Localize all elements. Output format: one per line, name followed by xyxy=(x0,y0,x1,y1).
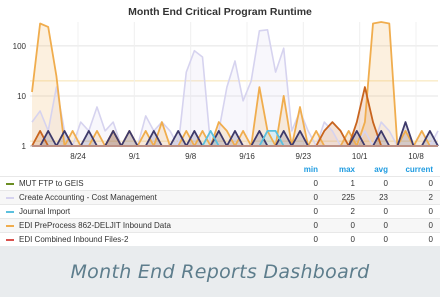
x-tick-label: 9/1 xyxy=(129,152,141,161)
legend-header-avg: avg xyxy=(374,165,388,174)
legend-current: 0 xyxy=(395,218,440,233)
y-tick-label: 1 xyxy=(22,142,27,151)
series-areas xyxy=(32,22,438,146)
legend-table: min max avg current MUT FTP to GEIS 0 1 … xyxy=(0,163,440,246)
legend-row[interactable]: EDI PreProcess 862-DELJIT Inbound Data 0… xyxy=(0,218,440,233)
legend-min: 0 xyxy=(290,218,325,233)
legend-swatch-journal-import xyxy=(6,210,14,213)
legend-max: 1 xyxy=(325,176,362,191)
legend-avg: 0 xyxy=(362,218,395,233)
x-tick-label: 10/8 xyxy=(408,152,424,161)
legend-min: 0 xyxy=(290,176,325,191)
legend-label-create-accounting: Create Accounting - Cost Management xyxy=(19,193,157,202)
legend-avg: 0 xyxy=(362,232,395,246)
legend-current: 0 xyxy=(395,176,440,191)
legend-header-current: current xyxy=(405,165,433,174)
legend-row[interactable]: MUT FTP to GEIS 0 1 0 0 xyxy=(0,176,440,191)
legend-max: 225 xyxy=(325,190,362,205)
legend-current: 2 xyxy=(395,190,440,205)
dashboard-footer: Month End Reports Dashboard xyxy=(0,246,440,297)
x-tick-label: 9/8 xyxy=(185,152,197,161)
legend-row[interactable]: Journal Import 0 2 0 0 xyxy=(0,204,440,219)
legend-swatch-edi-preprocess xyxy=(6,224,14,227)
x-tick-label: 8/24 xyxy=(70,152,86,161)
y-tick-label: 100 xyxy=(13,42,27,51)
legend-header-name xyxy=(0,163,290,177)
legend-current: 0 xyxy=(395,204,440,219)
legend-header-row: min max avg current xyxy=(0,163,440,177)
legend-row[interactable]: Create Accounting - Cost Management 0 22… xyxy=(0,190,440,205)
legend-label-edi-combined: EDI Combined Inbound Files-2 xyxy=(19,235,129,244)
dashboard-title: Month End Reports Dashboard xyxy=(70,260,370,283)
legend-label-mut-ftp: MUT FTP to GEIS xyxy=(19,179,84,188)
legend-max: 2 xyxy=(325,204,362,219)
legend-header-min: min xyxy=(303,165,318,174)
chart-plot: 1 10 100 8/24 9/1 9/8 9/16 9/23 10/1 10/8 xyxy=(13,21,439,161)
legend-header-max: max xyxy=(338,165,355,174)
legend-max: 0 xyxy=(325,218,362,233)
legend-swatch-mut-ftp xyxy=(6,182,14,185)
x-tick-label: 10/1 xyxy=(352,152,368,161)
legend-swatch-edi-combined xyxy=(6,238,14,241)
x-tick-label: 9/23 xyxy=(296,152,312,161)
legend-avg: 0 xyxy=(362,204,395,219)
legend-avg: 0 xyxy=(362,176,395,191)
legend-row[interactable]: EDI Combined Inbound Files-2 0 0 0 0 xyxy=(0,232,440,246)
legend-swatch-create-accounting xyxy=(6,196,14,199)
y-tick-label: 10 xyxy=(17,92,26,101)
legend-min: 0 xyxy=(290,190,325,205)
x-tick-label: 9/16 xyxy=(239,152,255,161)
legend-avg: 23 xyxy=(362,190,395,205)
legend-min: 0 xyxy=(290,204,325,219)
legend-max: 0 xyxy=(325,232,362,246)
legend-min: 0 xyxy=(290,232,325,246)
legend-label-journal-import: Journal Import xyxy=(19,207,71,216)
legend-current: 0 xyxy=(395,232,440,246)
legend-label-edi-preprocess: EDI PreProcess 862-DELJIT Inbound Data xyxy=(19,221,171,230)
